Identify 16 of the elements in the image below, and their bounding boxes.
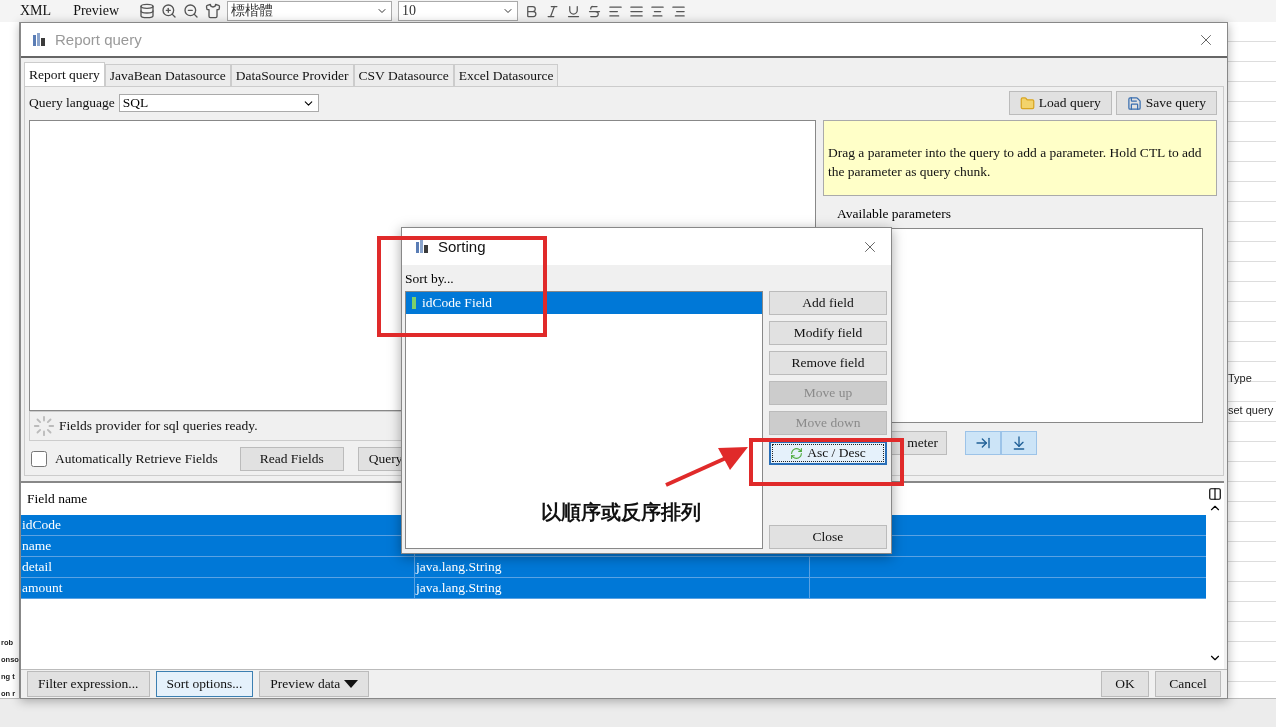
status-text: Fields provider for sql queries ready.	[59, 418, 258, 434]
table-cell: java.lang.String	[415, 557, 810, 577]
property-label: set query	[1228, 404, 1275, 416]
column-header: Field name	[27, 491, 88, 507]
query-language-label: Query language	[29, 95, 115, 111]
property-label: Type	[1228, 372, 1253, 384]
dialog-title: Report query	[55, 31, 143, 48]
table-cell: detail	[21, 557, 415, 577]
available-parameters-label: Available parameters	[836, 205, 953, 223]
dialog-title: Sorting	[438, 238, 487, 255]
hint-box: Drag a parameter into the query to add a parameter. Hold CTL to add the parameter as query chunk.	[823, 120, 1217, 196]
table-cell: amount	[21, 578, 415, 598]
annotation-caption: 以順序或反序排列	[541, 499, 701, 526]
table-cell: java.lang.String	[415, 578, 810, 598]
sort-by-label: Sort by...	[405, 270, 455, 288]
checkbox-label: Automatically Retrieve Fields	[55, 451, 218, 467]
